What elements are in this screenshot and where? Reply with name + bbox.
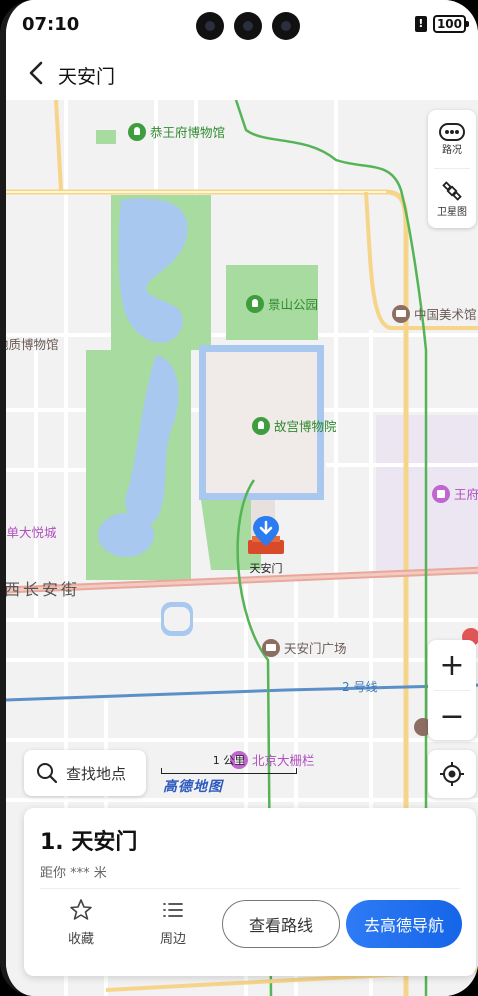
- poi-label: 恭王府博物馆: [150, 125, 226, 140]
- shopping-icon: [432, 484, 450, 503]
- traffic-toggle[interactable]: 路况: [428, 110, 476, 168]
- pin-label: 天安门: [249, 562, 283, 575]
- traffic-icon: [439, 122, 465, 141]
- place-title: 1. 天安门: [40, 830, 138, 855]
- satellite-label: 卫星图: [437, 206, 467, 218]
- zoom-in-button[interactable]: +: [428, 640, 476, 690]
- camera-cutout: [196, 12, 300, 40]
- list-icon: [163, 903, 183, 917]
- poi-label: 景山公园: [268, 297, 319, 312]
- search-icon: [37, 763, 58, 784]
- card-divider: [40, 888, 460, 889]
- amap-logo: 高德地图: [163, 779, 223, 795]
- camera-icon: [272, 12, 300, 40]
- road-label-changan: 西长安街: [6, 580, 81, 599]
- poi-gongwangfu[interactable]: 恭王府博物馆: [128, 122, 225, 141]
- place-info-card: 1. 天安门 距你 *** 米 收藏 周边 查看路线 去高德导航: [24, 808, 476, 976]
- camera-icon: [196, 12, 224, 40]
- page-title: 天安门: [58, 66, 116, 88]
- poi-label: 中国美术馆: [414, 307, 477, 322]
- poi-square[interactable]: 天安门广场: [262, 638, 347, 657]
- locate-button[interactable]: [428, 750, 476, 798]
- map-layer-controls: 路况 卫星图: [428, 110, 476, 228]
- poi-jingshan[interactable]: 景山公园: [246, 294, 318, 313]
- poi-label: 地质博物馆: [6, 337, 59, 352]
- phone-screen: 07:10 ! 100 天安门 恭王府博物馆 景山公园 中国美术馆 质博物馆 故…: [0, 0, 478, 996]
- favorite-button[interactable]: 收藏: [68, 898, 94, 947]
- poi-label: 西单大悦城: [6, 525, 57, 540]
- museum-icon: [128, 122, 146, 141]
- poi-palace[interactable]: 故宫博物院: [252, 416, 337, 435]
- museum-icon: [252, 416, 270, 435]
- camera-icon: [234, 12, 262, 40]
- satellite-icon: [442, 180, 462, 201]
- star-icon: [70, 899, 92, 920]
- status-bar: 07:10 ! 100: [6, 0, 478, 50]
- landmark-icon: [262, 638, 280, 657]
- status-time: 07:10: [22, 14, 80, 35]
- favorite-label: 收藏: [68, 932, 95, 947]
- poi-art-museum[interactable]: 中国美术馆: [392, 304, 477, 323]
- museum-icon: [392, 304, 410, 323]
- park-icon: [246, 294, 264, 313]
- satellite-toggle[interactable]: 卫星图: [428, 169, 476, 227]
- selected-location-pin[interactable]: 天安门: [244, 514, 288, 575]
- poi-label: 故宫博物院: [274, 419, 337, 434]
- metro-line-label: 2 号线: [342, 680, 378, 694]
- poi-joycity[interactable]: 西单大悦城: [6, 522, 57, 541]
- poi-geology[interactable]: 地质博物馆: [6, 334, 59, 353]
- search-places-button[interactable]: 查找地点: [24, 750, 146, 796]
- zoom-controls: + −: [428, 640, 476, 740]
- poi-label: 王府井: [454, 487, 478, 502]
- nearby-label: 周边: [160, 932, 187, 947]
- back-arrow-icon[interactable]: [24, 60, 50, 86]
- view-route-button[interactable]: 查看路线: [222, 900, 340, 948]
- scale-bar: [161, 768, 297, 774]
- map-pin-icon: [248, 516, 284, 554]
- battery-icon: 100: [432, 15, 470, 33]
- poi-label: 天安门广场: [284, 641, 347, 656]
- poi-wangfujing[interactable]: 王府井: [432, 484, 478, 503]
- map-scale: 1 公里: [161, 752, 301, 774]
- locate-icon: [440, 762, 464, 786]
- navigate-button[interactable]: 去高德导航: [346, 900, 462, 948]
- status-icons: ! 100: [414, 15, 470, 33]
- search-label: 查找地点: [66, 764, 127, 783]
- page-header: 天安门: [6, 50, 478, 100]
- place-distance: 距你 *** 米: [40, 866, 107, 881]
- alert-icon: !: [414, 16, 427, 32]
- scale-label: 1 公里: [212, 754, 246, 767]
- traffic-label: 路况: [442, 144, 462, 156]
- zoom-out-button[interactable]: −: [428, 691, 476, 741]
- nearby-button[interactable]: 周边: [160, 898, 186, 947]
